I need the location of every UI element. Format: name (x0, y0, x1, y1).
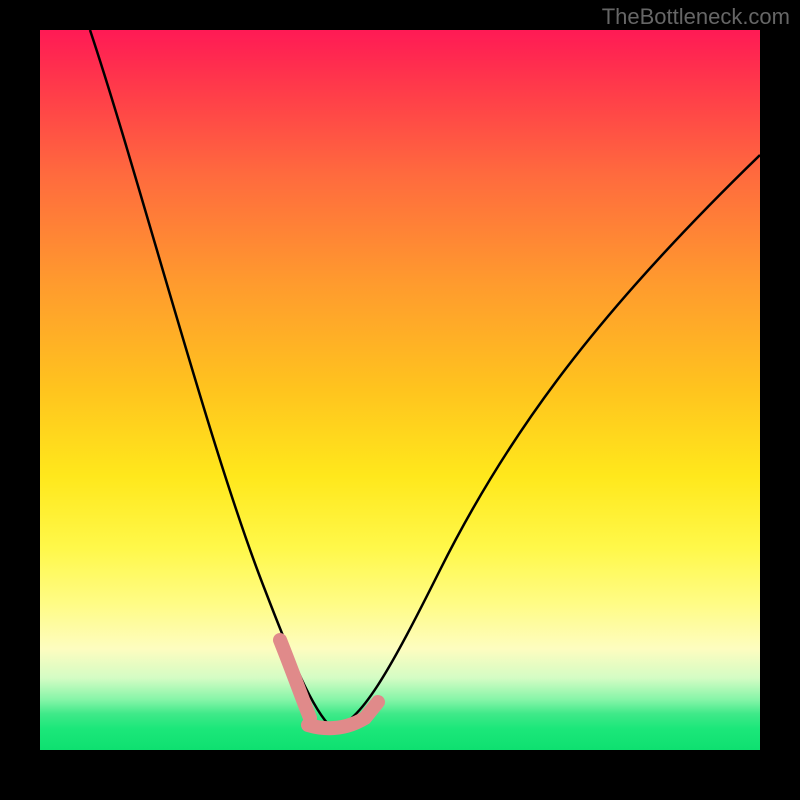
chart-svg (40, 30, 760, 750)
watermark-text: TheBottleneck.com (602, 4, 790, 30)
curve-right (332, 155, 760, 728)
marker-bottom-segment (308, 702, 378, 728)
curve-left (90, 30, 332, 728)
plot-area (40, 30, 760, 750)
marker-left-segment (280, 640, 310, 718)
